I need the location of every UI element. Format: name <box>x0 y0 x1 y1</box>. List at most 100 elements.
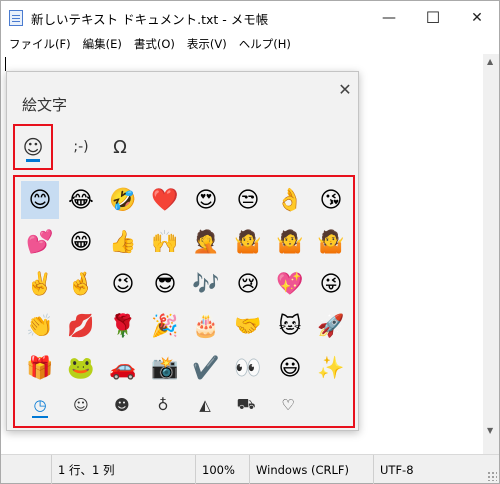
recent-icon[interactable]: ◷ <box>25 390 55 420</box>
emoji-glyph: 😘 <box>319 187 343 213</box>
emoji-glyph: 🤣 <box>109 187 137 213</box>
emoji-cell[interactable]: 😒 <box>229 181 267 219</box>
emoji-cell[interactable]: 😂 <box>62 181 100 219</box>
emoji-glyph: 😉 <box>111 271 135 297</box>
emoji-cell[interactable]: 🤝 <box>229 307 267 345</box>
emoji-cell[interactable]: 🤦 <box>187 223 225 261</box>
emoji-cell[interactable]: 🤣 <box>104 181 142 219</box>
emoji-cell[interactable]: 🤞 <box>62 265 100 303</box>
person-icon-glyph: ☻ <box>114 396 130 414</box>
emoji-glyph: 🤷 <box>234 229 262 255</box>
car-icon[interactable]: ⛟ <box>231 390 261 420</box>
emoji-cell[interactable]: 🤷 <box>229 223 267 261</box>
menu-bar: ファイル(F) 編集(E) 書式(O) 表示(V) ヘルプ(H) <box>1 34 499 54</box>
menu-help[interactable]: ヘルプ(H) <box>233 36 297 52</box>
emoji-cell[interactable]: 💋 <box>62 307 100 345</box>
emoji-glyph: 🤝 <box>234 313 262 339</box>
emoji-cell[interactable]: 😁 <box>62 223 100 261</box>
emoji-cell[interactable]: 💖 <box>271 265 309 303</box>
tab-emoji[interactable]: ☺ <box>13 124 53 170</box>
status-line-ending: Windows (CRLF) <box>249 455 373 484</box>
emoji-glyph: 😁 <box>69 229 93 255</box>
person-icon[interactable]: ☻ <box>107 390 137 420</box>
emoji-glyph: 🐸 <box>67 355 95 381</box>
emoji-glyph: ✔️ <box>192 355 220 381</box>
tab-symbols[interactable]: Ω <box>105 124 135 170</box>
emoji-cell[interactable]: 😊 <box>21 181 59 219</box>
emoji-cell[interactable]: 📸 <box>146 349 184 387</box>
emoji-cell[interactable]: 🐸 <box>62 349 100 387</box>
emoji-cell[interactable]: 😍 <box>187 181 225 219</box>
emoji-cell[interactable]: ✌️ <box>21 265 59 303</box>
close-button[interactable]: ✕ <box>455 1 499 34</box>
menu-file[interactable]: ファイル(F) <box>3 36 77 52</box>
scroll-up-icon[interactable]: ▲ <box>487 57 493 66</box>
emoji-cell[interactable]: 😉 <box>104 265 142 303</box>
notepad-window: 新しいテキスト ドキュメント.txt - メモ帳 — ☐ ✕ ファイル(F) 編… <box>0 0 500 484</box>
smiley-icon[interactable]: ☺ <box>66 390 96 420</box>
emoji-glyph: 🤦 <box>192 229 220 255</box>
emoji-glyph: 😍 <box>194 187 218 213</box>
emoji-cell[interactable]: 🙌 <box>146 223 184 261</box>
heart-icon[interactable]: ♡ <box>273 390 303 420</box>
emoji-glyph: 😜 <box>319 271 343 297</box>
emoji-glyph: 🐱 <box>278 313 302 339</box>
emoji-cell[interactable]: 🐱 <box>271 307 309 345</box>
resize-grip-icon[interactable] <box>487 471 497 481</box>
emoji-glyph: 😎 <box>153 271 177 297</box>
emoji-glyph: 😃 <box>278 355 302 381</box>
smiley-icon: ☺ <box>22 135 44 159</box>
balloon-icon[interactable]: ♁ <box>148 390 178 420</box>
emoji-cell[interactable]: 🎶 <box>187 265 225 303</box>
emoji-cell[interactable]: 😜 <box>312 265 350 303</box>
emoji-cell[interactable]: 👀 <box>229 349 267 387</box>
emoji-glyph: 😊 <box>28 187 52 213</box>
emoji-glyph: 😒 <box>236 187 260 213</box>
emoji-cell[interactable]: ✨ <box>312 349 350 387</box>
emoji-glyph: 🌹 <box>109 313 137 339</box>
emoji-panel-close-icon[interactable]: ✕ <box>337 80 353 99</box>
tab-kaomoji[interactable]: ;-) <box>63 124 99 170</box>
emoji-cell[interactable]: 👍 <box>104 223 142 261</box>
emoji-cell[interactable]: 🚀 <box>312 307 350 345</box>
status-position: 1 行、1 列 <box>51 455 195 484</box>
maximize-button[interactable]: ☐ <box>411 1 455 34</box>
menu-format[interactable]: 書式(O) <box>128 36 181 52</box>
emoji-cell[interactable]: 🎉 <box>146 307 184 345</box>
minimize-button[interactable]: — <box>367 1 411 34</box>
emoji-cell[interactable]: 💕 <box>21 223 59 261</box>
vertical-scrollbar[interactable]: ▲ ▼ <box>483 54 499 454</box>
notepad-icon <box>9 10 23 26</box>
title-bar: 新しいテキスト ドキュメント.txt - メモ帳 — ☐ ✕ <box>1 1 499 34</box>
emoji-cell[interactable]: 🌹 <box>104 307 142 345</box>
emoji-cell[interactable]: 😘 <box>312 181 350 219</box>
menu-view[interactable]: 表示(V) <box>181 36 233 52</box>
status-zoom: 100% <box>195 455 249 484</box>
emoji-glyph: 💋 <box>67 313 95 339</box>
menu-edit[interactable]: 編集(E) <box>77 36 128 52</box>
emoji-glyph: 😢 <box>236 271 260 297</box>
emoji-grid: 😊 😂 🤣 ❤️ 😍 😒 👌 😘 💕 😁 👍 🙌 🤦 🤷 🤷 🤷 ✌️ 🤞 😉 😎 🎶 😢 💖 😜 👏 💋 🌹 🎉 🎂 🤝 🐱 🚀 🎁 🐸 🚗 📸 ✔️… <box>13 175 355 428</box>
window-title: 新しいテキスト ドキュメント.txt - メモ帳 <box>31 12 269 27</box>
pizza-icon[interactable]: ◭ <box>190 390 220 420</box>
emoji-panel: 絵文字 ✕ ☺ ;-) Ω 😊 😂 🤣 ❤️ 😍 😒 👌 😘 💕 😁 👍 🙌 🤦 🤷 🤷 🤷 ✌️ 🤞 😉 😎 🎶 😢 💖 😜… <box>6 71 359 431</box>
emoji-cell[interactable]: 👏 <box>21 307 59 345</box>
emoji-glyph: 💖 <box>276 271 304 297</box>
emoji-glyph: 👀 <box>234 355 262 381</box>
emoji-cell[interactable]: 👌 <box>271 181 309 219</box>
emoji-cell[interactable]: 🎁 <box>21 349 59 387</box>
emoji-cell[interactable]: 😢 <box>229 265 267 303</box>
emoji-glyph: 💕 <box>26 229 54 255</box>
emoji-cell[interactable]: 🚗 <box>104 349 142 387</box>
emoji-cell[interactable]: 🎂 <box>187 307 225 345</box>
emoji-cell[interactable]: ✔️ <box>187 349 225 387</box>
scroll-down-icon[interactable]: ▼ <box>487 426 493 435</box>
pizza-icon-glyph: ◭ <box>199 396 211 414</box>
emoji-glyph: 🎉 <box>151 313 179 339</box>
emoji-cell[interactable]: ❤️ <box>146 181 184 219</box>
emoji-cell[interactable]: 😎 <box>146 265 184 303</box>
emoji-cell[interactable]: 🤷 <box>271 223 309 261</box>
emoji-cell[interactable]: 🤷 <box>312 223 350 261</box>
balloon-icon-glyph: ♁ <box>157 396 169 414</box>
emoji-cell[interactable]: 😃 <box>271 349 309 387</box>
